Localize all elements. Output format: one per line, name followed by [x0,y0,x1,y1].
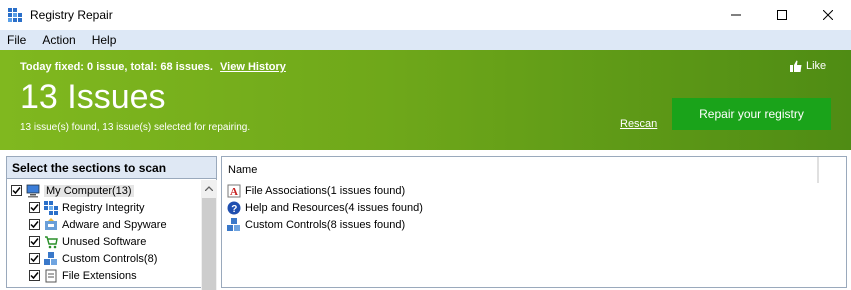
like-label: Like [806,60,827,72]
column-divider[interactable] [818,157,819,183]
checkbox[interactable] [29,270,40,281]
view-history-link[interactable]: View History [220,61,286,73]
svg-text:A: A [230,186,238,198]
sections-scrollbar[interactable] [201,180,217,290]
list-item-custom-controls[interactable]: Custom Controls(8 issues found) [227,216,405,233]
checkbox[interactable] [29,253,40,264]
minimize-button[interactable] [713,0,759,30]
checkbox[interactable] [29,202,40,213]
minimize-icon [731,14,741,16]
tree-item-label: File Extensions [62,269,137,282]
sections-panel: Select the sections to scan My Computer(… [6,156,217,290]
thumbs-up-icon [790,60,802,72]
menu-action[interactable]: Action [34,30,83,50]
menu-file[interactable]: File [0,30,34,50]
menu-bar: File Action Help [0,30,851,50]
computer-icon [26,184,40,197]
maximize-icon [777,10,787,20]
list-item-help-resources[interactable]: ? Help and Resources(4 issues found) [227,199,423,216]
tree-item-unused-software[interactable]: Unused Software [29,233,146,250]
file-association-icon: A [227,184,241,198]
controls-icon [227,217,240,231]
summary-text: Today fixed: 0 issue, total: 68 issues. [20,61,213,73]
controls-icon [44,251,57,265]
file-icon [45,269,57,282]
column-header-name[interactable]: Name [222,157,818,183]
scroll-thumb[interactable] [202,198,216,290]
chevron-up-icon [205,185,213,191]
tree-item-label: My Computer(13) [44,184,134,197]
tree-item-label: Adware and Spyware [62,218,167,231]
list-item-file-associations[interactable]: A File Associations(1 issues found) [227,182,405,199]
issues-subtitle: 13 issue(s) found, 13 issue(s) selected … [20,122,251,133]
repair-registry-button[interactable]: Repair your registry [672,98,831,130]
tree-item-file-extensions[interactable]: File Extensions [29,267,137,284]
list-item-label: Help and Resources(4 issues found) [245,201,423,214]
list-item-label: Custom Controls(8 issues found) [245,218,406,231]
issues-list-panel: Name A File Associations(1 issues found)… [221,156,847,288]
checkbox[interactable] [29,236,40,247]
fix-summary: Today fixed: 0 issue, total: 68 issues. … [20,61,286,73]
tree-item-registry-integrity[interactable]: Registry Integrity [29,199,145,216]
tree-item-custom-controls[interactable]: Custom Controls(8) [29,250,157,267]
tree-item-my-computer[interactable]: My Computer(13) [11,182,134,199]
like-button[interactable]: Like [790,60,826,72]
checkbox[interactable] [29,219,40,230]
tree-item-adware-spyware[interactable]: Adware and Spyware [29,216,167,233]
rescan-link[interactable]: Rescan [620,118,657,130]
close-icon [823,10,833,20]
registry-icon [44,200,58,215]
sections-header: Select the sections to scan [7,157,216,179]
svg-text:?: ? [231,204,237,215]
list-item-label: File Associations(1 issues found) [245,184,406,197]
help-icon: ? [227,201,241,215]
maximize-button[interactable] [759,0,805,30]
tree-item-label: Unused Software [62,235,147,248]
registry-grid-icon [8,8,22,22]
scroll-up-button[interactable] [201,180,217,196]
tree-item-label: Registry Integrity [62,201,145,214]
window-title: Registry Repair [30,8,113,22]
title-bar: Registry Repair [0,0,851,30]
close-button[interactable] [805,0,851,30]
sections-tree: My Computer(13) Registry Integrity Adwar… [7,180,201,290]
issues-count-title: 13 Issues [20,78,166,116]
status-banner: Today fixed: 0 issue, total: 68 issues. … [0,50,851,150]
tree-item-label: Custom Controls(8) [62,252,158,265]
menu-help[interactable]: Help [84,30,125,50]
cart-icon [45,235,58,248]
spyware-icon [45,217,57,230]
checkbox[interactable] [11,185,22,196]
